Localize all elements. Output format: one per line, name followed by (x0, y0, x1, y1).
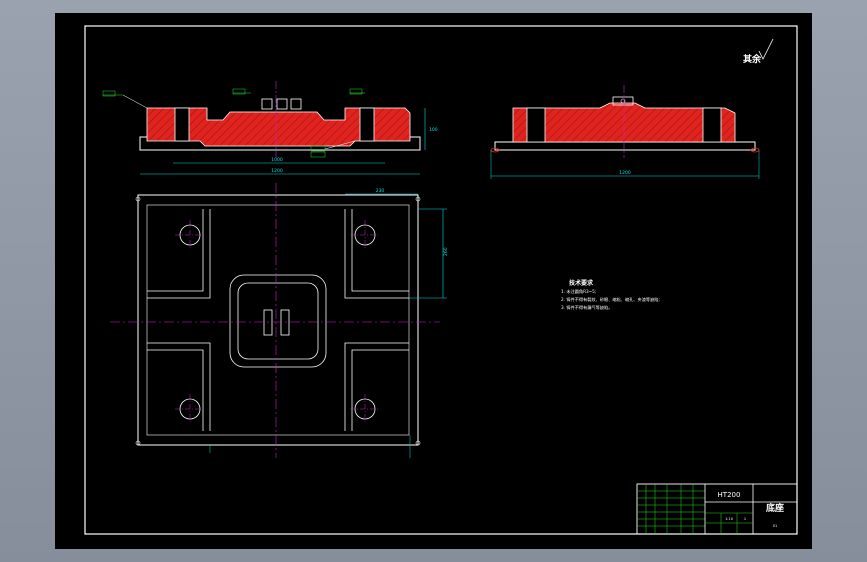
title-part-name: 底座 (766, 502, 784, 514)
title-block: HT200 底座 1:10 1 01 (636, 483, 798, 535)
title-sheet: 1 (744, 517, 746, 521)
dim-plan-right: 260 (443, 247, 449, 256)
tech-item-1: 1. 未注圆角R3~5; (561, 288, 596, 295)
title-drawing-no: 01 (773, 524, 777, 528)
front-boss-3 (290, 98, 302, 110)
title-material: HT200 (718, 491, 741, 499)
side-hole-left (526, 107, 546, 143)
dim-front-inner: 1000 (271, 157, 283, 163)
tech-item-2: 2. 铸件不得有裂纹、砂眼、缩松、缩孔、夹渣等缺陷; (561, 296, 660, 303)
dim-plan-top: 230 (376, 188, 385, 194)
tech-item-3: 3. 铸件不得有漏气等缺陷。 (561, 304, 612, 311)
front-hole-right (359, 107, 375, 142)
dim-front-height: 100 (429, 127, 438, 133)
drawing-canvas: 1000 1200 100 1200 230 260 其余 技术要求 1. 未注… (84, 25, 798, 535)
drawing-sheet: 1000 1200 100 1200 230 260 其余 技术要求 1. 未注… (55, 13, 812, 549)
rib-top-right (344, 209, 409, 299)
inner-border (84, 25, 798, 535)
plan-center-boss-inner (237, 282, 319, 360)
plan-center-boss-outer (229, 274, 327, 368)
front-boss-1 (261, 98, 273, 110)
side-hole-right (702, 107, 722, 143)
side-boss-hole (620, 98, 626, 104)
roughness-symbol-icon (758, 38, 774, 60)
surface-finish-note: 其余 (743, 38, 774, 65)
side-base-flange (494, 141, 756, 151)
plan-slot-left (263, 309, 273, 336)
cad-viewport: 1000 1200 100 1200 230 260 其余 技术要求 1. 未注… (0, 0, 867, 562)
front-boss-2 (276, 98, 288, 110)
tech-requirements: 技术要求 1. 未注圆角R3~5; 2. 铸件不得有裂纹、砂眼、缩松、缩孔、夹渣… (561, 279, 660, 311)
tech-title: 技术要求 (569, 279, 594, 287)
rib-bottom-left (147, 342, 211, 431)
title-scale: 1:10 (725, 517, 733, 521)
front-section-view: 1000 1200 100 (102, 81, 438, 175)
front-hole-left (174, 107, 190, 142)
rib-top-left (147, 209, 211, 299)
plan-slot-right (280, 309, 290, 336)
dim-side-overall: 1200 (619, 170, 631, 176)
rib-bottom-right (344, 342, 409, 431)
dim-front-overall: 1200 (271, 168, 283, 174)
side-section-view: 1200 (490, 85, 760, 179)
plan-view: 230 260 (110, 183, 449, 458)
side-section-hatch (512, 102, 736, 143)
surface-finish-text: 其余 (743, 53, 762, 65)
